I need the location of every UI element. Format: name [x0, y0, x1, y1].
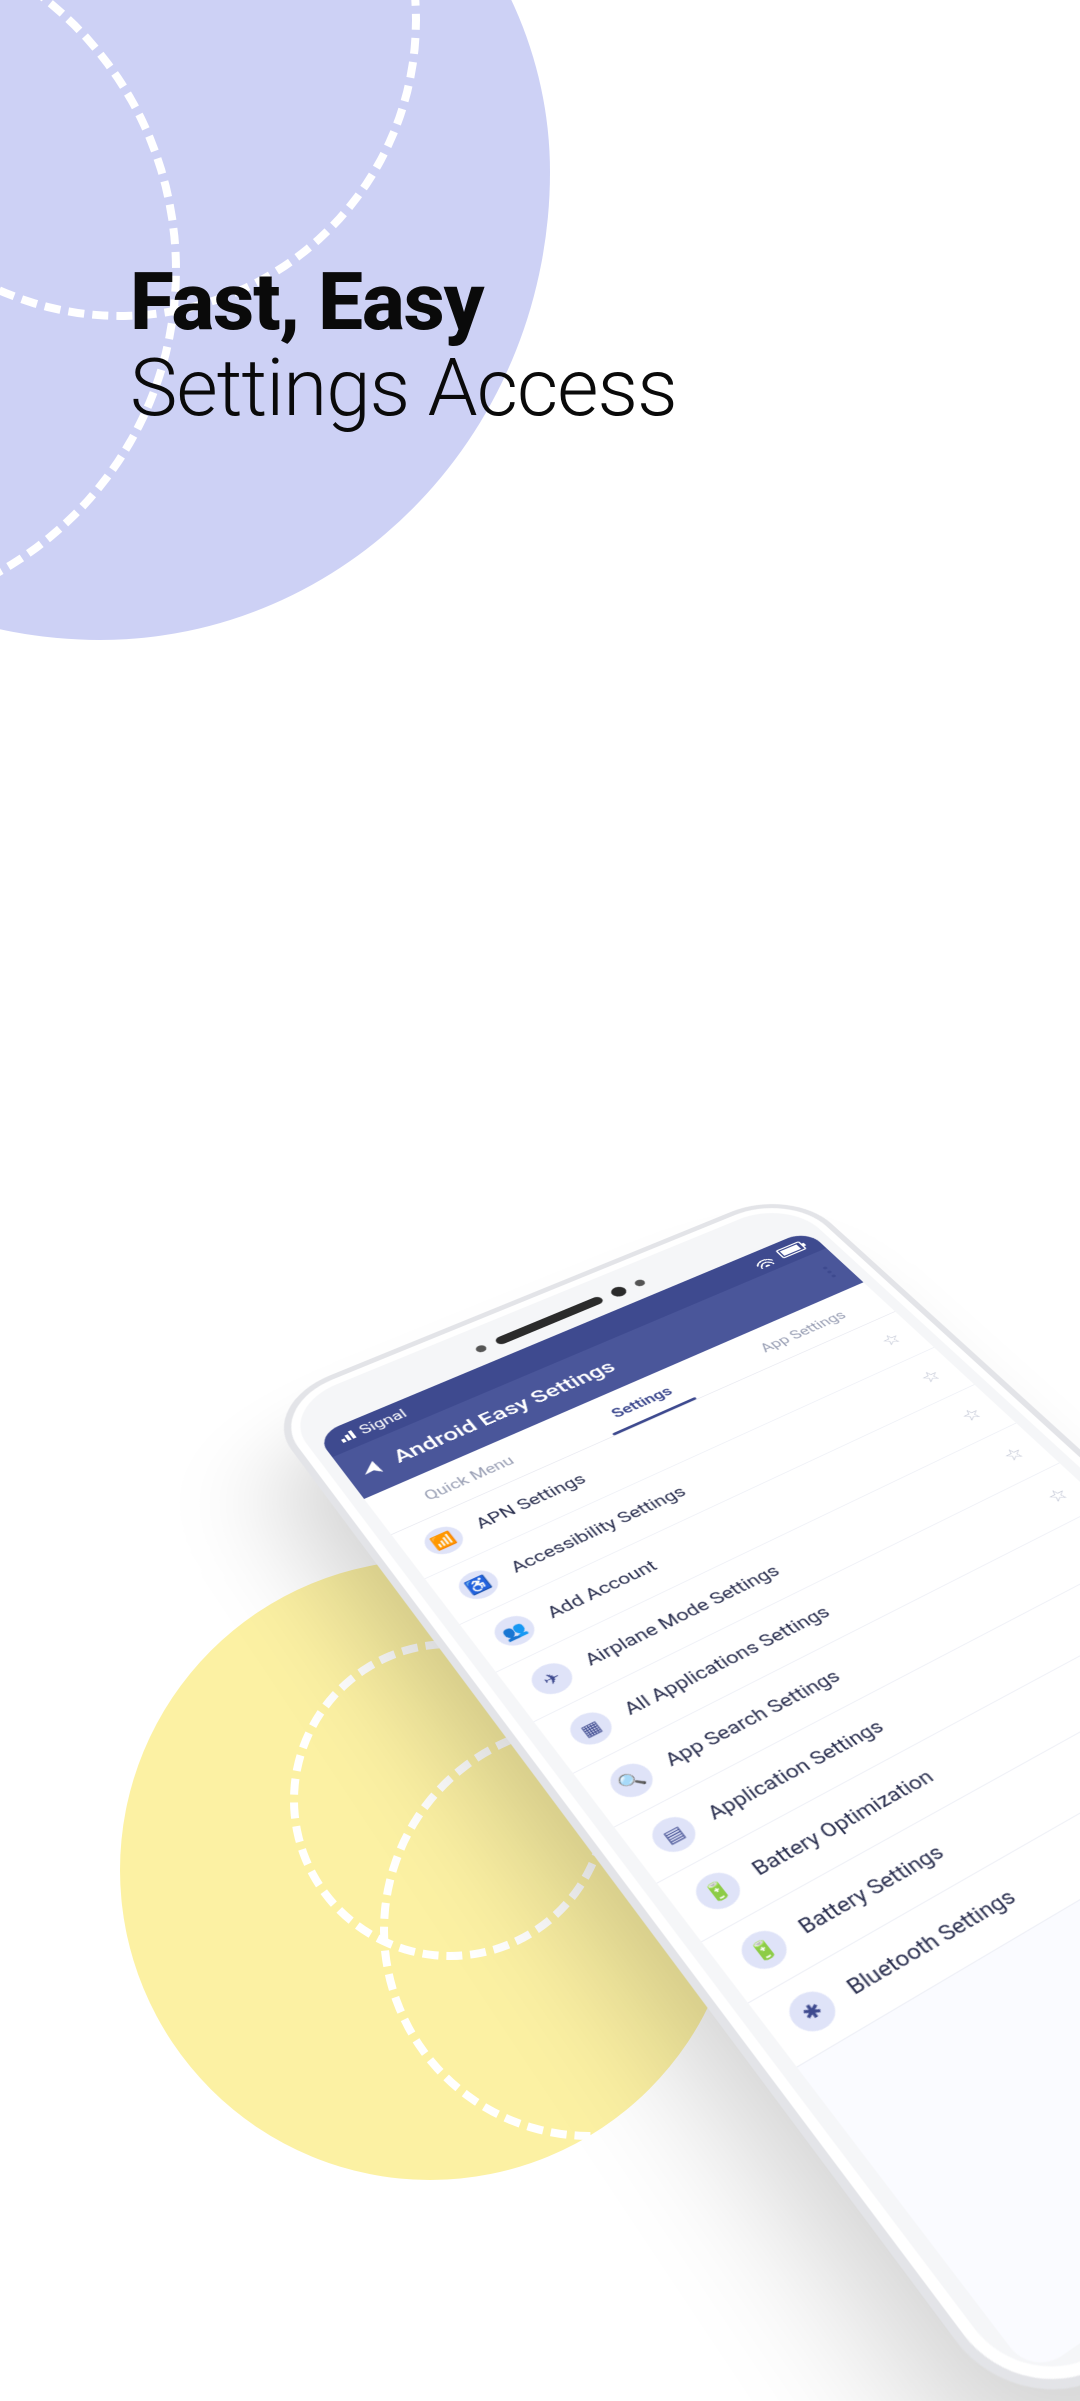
setting-icon: 📶 [418, 1522, 470, 1560]
headline-bold: Fast, Easy [130, 260, 677, 344]
overflow-menu-icon[interactable] [822, 1266, 836, 1278]
sensor-icon [633, 1278, 647, 1287]
headline-light: Settings Access [130, 344, 677, 432]
setting-icon: 🔋 [733, 1924, 795, 1976]
setting-icon: 🔍 [603, 1757, 661, 1803]
star-icon[interactable]: ☆ [1042, 1484, 1074, 1507]
nav-icon[interactable] [363, 1459, 384, 1474]
phone-mockup: Signal Android Easy Settings Quick Menu [540, 980, 1080, 2340]
star-icon[interactable]: ☆ [998, 1443, 1029, 1465]
camera-icon [608, 1285, 629, 1299]
setting-icon: ▦ [563, 1707, 619, 1751]
star-icon[interactable]: ☆ [877, 1330, 906, 1350]
setting-icon: 👥 [488, 1610, 542, 1651]
setting-icon: ✱ [781, 1984, 845, 2039]
signal-bars-icon [338, 1430, 357, 1443]
star-icon[interactable]: ☆ [956, 1404, 987, 1425]
battery-icon [775, 1241, 807, 1259]
wifi-icon [751, 1254, 776, 1270]
star-icon[interactable]: ☆ [916, 1366, 946, 1387]
setting-icon: ✈ [524, 1658, 579, 1700]
setting-icon: 🔋 [688, 1866, 748, 1916]
setting-icon: ▤ [644, 1811, 703, 1859]
headline: Fast, Easy Settings Access [130, 260, 677, 432]
setting-icon: ♿ [452, 1565, 505, 1604]
sensor-icon [474, 1344, 488, 1354]
